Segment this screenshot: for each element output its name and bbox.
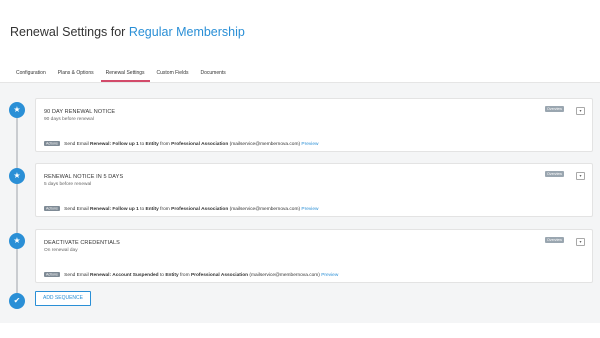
email-template-name: Renewal: Follow up 1 <box>90 207 139 212</box>
renewal-timeline: ★ 90 DAY RENEWAL NOTICE 90 days before r… <box>0 82 600 323</box>
tab-renewal-settings[interactable]: Renewal Settings <box>100 68 151 82</box>
recipient-name: Entity <box>145 142 159 147</box>
email-template-name: Renewal: Follow up 1 <box>90 142 139 147</box>
tab-plans-options[interactable]: Plans & Options <box>52 68 100 82</box>
action-prefix: Send Email <box>64 273 89 278</box>
add-sequence-button[interactable]: ADD SEQUENCE <box>35 291 91 306</box>
sender-email: (mailservice@membernova.com) <box>249 273 320 278</box>
action-to: to <box>140 207 145 212</box>
sender-name: Professional Association <box>171 207 229 212</box>
recipient-name: Entity <box>165 273 179 278</box>
preview-link[interactable]: Preview <box>301 142 318 147</box>
sequence-action: Actions Send Email Renewal: Follow up 1 … <box>44 205 318 212</box>
sequence-card: RENEWAL NOTICE IN 5 DAYS 5 days before r… <box>35 163 593 217</box>
sequence-timing: 90 days before renewal <box>44 117 94 122</box>
sequence-timing: On renewal day <box>44 248 78 253</box>
tab-custom-fields[interactable]: Custom Fields <box>151 68 195 82</box>
chevron-down-icon[interactable]: ▾ <box>576 238 585 246</box>
actions-badge: Actions <box>44 140 60 146</box>
overview-badge[interactable]: Overview <box>545 237 564 243</box>
sequence-title: 90 DAY RENEWAL NOTICE <box>44 109 116 115</box>
page-title-prefix: Renewal Settings for <box>10 25 126 39</box>
email-template-name: Renewal: Account Suspended <box>90 273 159 278</box>
membership-link[interactable]: Regular Membership <box>129 25 245 39</box>
action-prefix: Send Email <box>64 207 89 212</box>
sequence-card: 90 DAY RENEWAL NOTICE 90 days before ren… <box>35 98 593 152</box>
star-icon: ★ <box>9 102 25 118</box>
checkmark-icon: ✔ <box>9 293 25 309</box>
action-from: from <box>179 273 190 278</box>
preview-link[interactable]: Preview <box>321 273 338 278</box>
tab-configuration[interactable]: Configuration <box>10 68 52 82</box>
preview-link[interactable]: Preview <box>301 207 318 212</box>
recipient-name: Entity <box>145 207 159 212</box>
sender-name: Professional Association <box>190 273 249 278</box>
sequence-title: RENEWAL NOTICE IN 5 DAYS <box>44 174 124 180</box>
actions-badge: Actions <box>44 205 60 211</box>
action-to: to <box>159 273 164 278</box>
actions-badge: Actions <box>44 271 60 277</box>
sequence-card: DEACTIVATE CREDENTIALS On renewal day Ov… <box>35 229 593 283</box>
action-to: to <box>140 142 145 147</box>
sequence-timing: 5 days before renewal <box>44 182 92 187</box>
tab-documents[interactable]: Documents <box>194 68 231 82</box>
action-from: from <box>160 207 170 212</box>
chevron-down-icon[interactable]: ▾ <box>576 107 585 115</box>
sender-email: (mailservice@membernova.com) <box>229 207 301 212</box>
sender-name: Professional Association <box>171 142 229 147</box>
page-title: Renewal Settings for Regular Membership <box>10 25 245 39</box>
overview-badge[interactable]: Overview <box>545 106 564 112</box>
overview-badge[interactable]: Overview <box>545 171 564 177</box>
sequence-action: Actions Send Email Renewal: Follow up 1 … <box>44 140 318 147</box>
timeline-connector <box>16 111 18 301</box>
sequence-action: Actions Send Email Renewal: Account Susp… <box>44 271 338 278</box>
sequence-title: DEACTIVATE CREDENTIALS <box>44 240 120 246</box>
sender-email: (mailservice@membernova.com) <box>229 142 301 147</box>
star-icon: ★ <box>9 168 25 184</box>
star-icon: ★ <box>9 233 25 249</box>
action-prefix: Send Email <box>64 142 89 147</box>
tab-bar: Configuration Plans & Options Renewal Se… <box>10 68 232 82</box>
chevron-down-icon[interactable]: ▾ <box>576 172 585 180</box>
action-from: from <box>160 142 170 147</box>
